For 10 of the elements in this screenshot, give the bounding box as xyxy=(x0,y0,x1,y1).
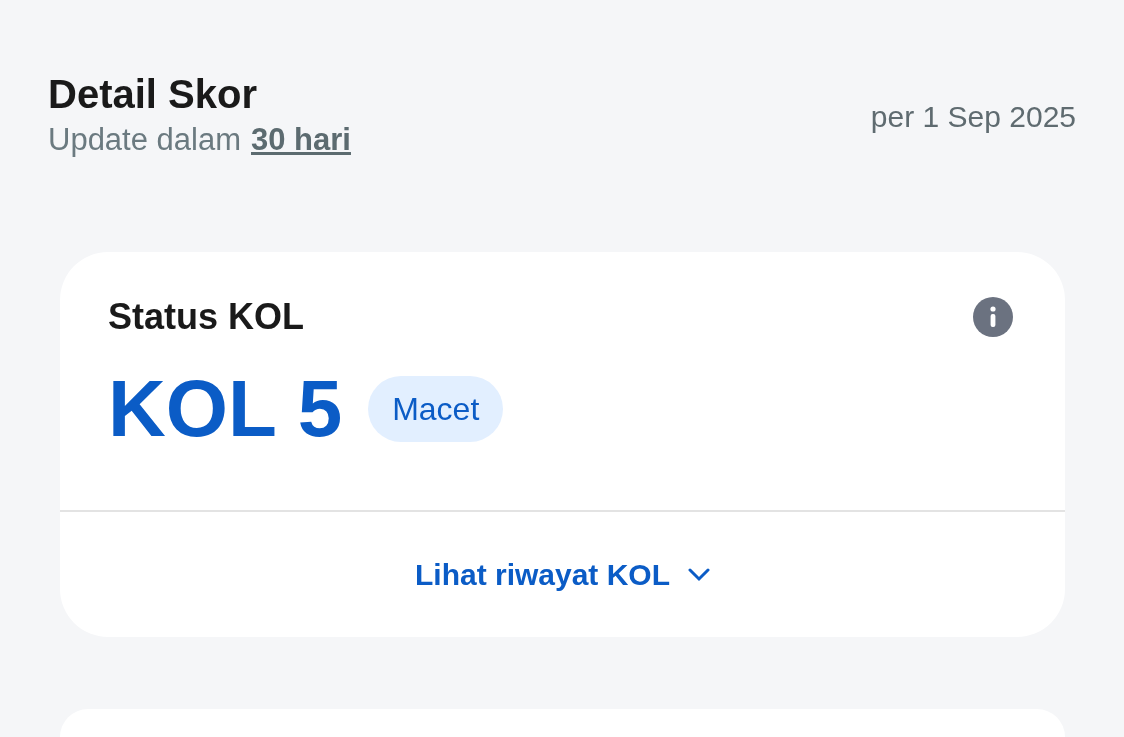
status-badge: Macet xyxy=(368,376,504,442)
kol-value: KOL 5 xyxy=(108,364,343,454)
date-text: per 1 Sep 2025 xyxy=(870,99,1076,135)
history-toggle[interactable]: Lihat riwayat KOL xyxy=(414,552,710,597)
page-title: Detail Skor xyxy=(48,71,258,118)
chevron-icon xyxy=(688,567,710,582)
days-link[interactable]: 30 hari xyxy=(251,120,351,160)
info-icon[interactable] xyxy=(973,297,1013,337)
update-text: Update dalam xyxy=(48,121,241,159)
card-title: Status KOL xyxy=(108,295,304,339)
